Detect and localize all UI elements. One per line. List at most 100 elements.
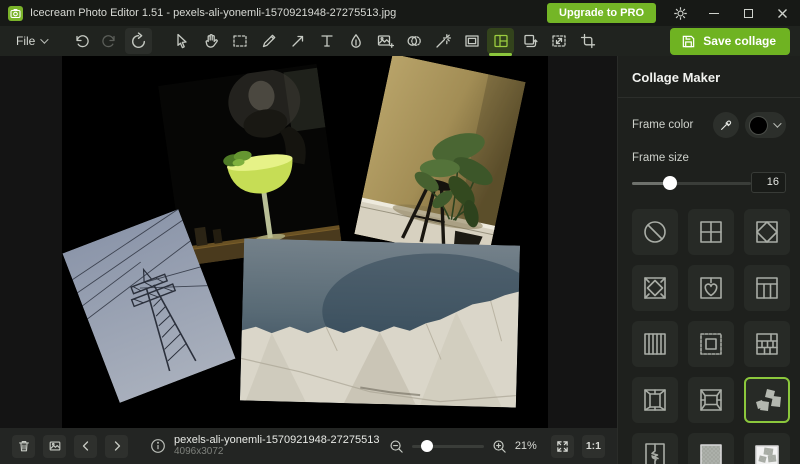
duplicate-icon <box>521 32 539 50</box>
settings-gear-icon[interactable] <box>670 3 690 23</box>
gallery-button[interactable] <box>43 435 66 458</box>
template-diamond-corners[interactable] <box>632 265 678 311</box>
frame-size-label: Frame size <box>632 152 689 164</box>
chevron-down-icon <box>773 119 781 127</box>
photo-plant-on-stool[interactable] <box>354 56 525 262</box>
color-drop-tool[interactable] <box>342 28 369 54</box>
template-torn-split[interactable] <box>632 433 678 464</box>
template-center-landscape[interactable] <box>688 377 734 423</box>
file-menu[interactable]: File <box>10 30 52 52</box>
template-scattered[interactable] <box>744 377 790 423</box>
maximize-icon <box>744 9 753 18</box>
undo-button[interactable] <box>67 28 94 54</box>
resize-tool[interactable] <box>545 28 572 54</box>
droplet-icon <box>347 32 365 50</box>
collage-tool[interactable] <box>487 28 514 54</box>
divider <box>618 97 800 98</box>
save-collage-button[interactable]: Save collage <box>670 28 790 55</box>
app-window: Icecream Photo Editor 1.51 - pexels-ali-… <box>0 0 800 464</box>
actual-size-button[interactable]: 1:1 <box>582 435 605 458</box>
magic-wand-icon <box>434 32 452 50</box>
template-center-portrait[interactable] <box>632 377 678 423</box>
fit-to-screen-button[interactable] <box>551 435 574 458</box>
gallery-icon <box>48 439 62 453</box>
text-icon <box>318 32 336 50</box>
crop-tool[interactable] <box>574 28 601 54</box>
current-filename: pexels-ali-yonemli-1570921948-27275513 <box>174 434 379 446</box>
resize-icon <box>550 32 568 50</box>
template-grid-2x2[interactable] <box>688 209 734 255</box>
rotate-button[interactable] <box>125 28 152 54</box>
zoom-slider[interactable] <box>412 440 484 452</box>
zoom-out-button[interactable] <box>389 439 404 454</box>
template-grid <box>618 193 800 464</box>
template-stripes[interactable] <box>632 321 678 367</box>
slider-thumb[interactable] <box>663 176 677 190</box>
marquee-select-icon <box>231 32 249 50</box>
duplicate-tool[interactable] <box>516 28 543 54</box>
previous-image-button[interactable] <box>74 435 97 458</box>
template-none[interactable] <box>632 209 678 255</box>
save-icon <box>681 34 696 49</box>
redo-button[interactable] <box>96 28 123 54</box>
arrow-icon <box>289 32 307 50</box>
template-diamond[interactable] <box>744 209 790 255</box>
hand-icon <box>202 32 220 50</box>
close-button[interactable] <box>772 3 792 23</box>
rotate-icon <box>129 32 148 51</box>
panel-title: Collage Maker <box>618 56 800 97</box>
zoom-in-button[interactable] <box>492 439 507 454</box>
app-logo-icon <box>8 6 23 21</box>
magic-wand-tool[interactable] <box>429 28 456 54</box>
template-bricks[interactable] <box>744 321 790 367</box>
color-circles-icon <box>405 32 423 50</box>
select-tool[interactable] <box>226 28 253 54</box>
collage-icon <box>492 32 510 50</box>
collage-canvas[interactable] <box>62 56 548 428</box>
text-tool[interactable] <box>313 28 340 54</box>
chevron-right-icon <box>111 440 123 452</box>
hand-tool[interactable] <box>197 28 224 54</box>
image-dimensions: 4096x3072 <box>174 446 379 458</box>
template-header-columns[interactable] <box>744 265 790 311</box>
add-image-tool[interactable] <box>371 28 398 54</box>
eyedropper-button[interactable] <box>713 112 739 138</box>
chevron-left-icon <box>80 440 92 452</box>
upgrade-to-pro-button[interactable]: Upgrade to PRO <box>547 3 656 23</box>
frame-color-swatch[interactable] <box>745 112 786 138</box>
zoom-level: 21% <box>515 440 543 452</box>
close-icon <box>777 8 788 19</box>
next-image-button[interactable] <box>105 435 128 458</box>
frame-size-slider[interactable] <box>632 176 751 190</box>
window-title: Icecream Photo Editor 1.51 - pexels-ali-… <box>30 7 396 19</box>
maximize-button[interactable] <box>738 3 758 23</box>
file-menu-label: File <box>16 34 35 48</box>
zoom-slider-thumb[interactable] <box>421 440 433 452</box>
save-collage-label: Save collage <box>703 34 776 48</box>
collage-maker-panel: Collage Maker Frame color Frame size <box>617 56 800 464</box>
template-mosaic-scatter[interactable] <box>744 433 790 464</box>
frame-size-value[interactable]: 16 <box>751 172 786 193</box>
frame-tool[interactable] <box>458 28 485 54</box>
redo-icon <box>101 32 119 50</box>
adjustments-tool[interactable] <box>400 28 427 54</box>
arrow-tool[interactable] <box>284 28 311 54</box>
delete-button[interactable] <box>12 435 35 458</box>
template-framed-border[interactable] <box>688 321 734 367</box>
pointer-icon <box>173 32 191 50</box>
frame-icon <box>463 32 481 50</box>
frame-color-label: Frame color <box>632 119 693 131</box>
minimize-icon <box>709 13 719 14</box>
info-icon <box>150 438 166 454</box>
fullscreen-icon <box>556 440 569 453</box>
photo-snowy-mountains[interactable] <box>240 238 520 407</box>
workspace <box>0 56 617 428</box>
crop-icon <box>579 32 597 50</box>
template-mosaic[interactable] <box>688 433 734 464</box>
minimize-button[interactable] <box>704 3 724 23</box>
zoom-in-icon <box>492 439 507 454</box>
pencil-tool[interactable] <box>255 28 282 54</box>
zoom-out-icon <box>389 439 404 454</box>
pointer-tool[interactable] <box>168 28 195 54</box>
template-heart[interactable] <box>688 265 734 311</box>
